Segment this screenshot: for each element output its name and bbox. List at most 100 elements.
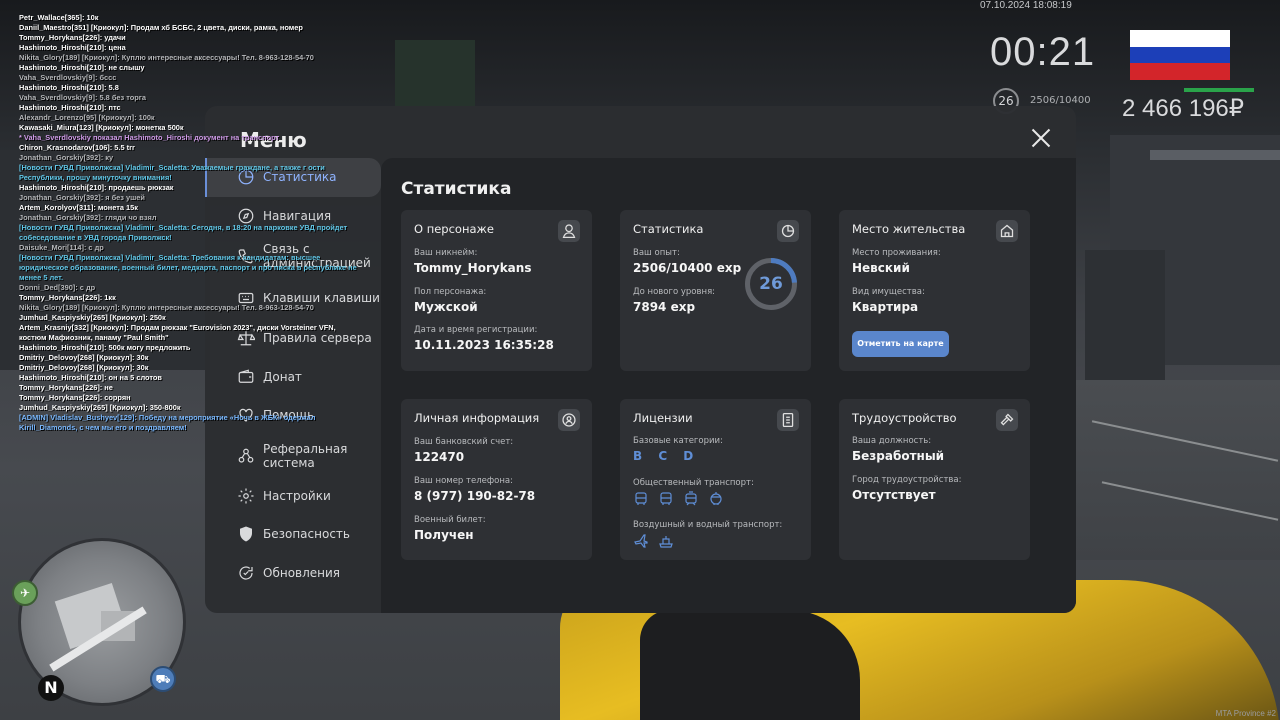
hud-datetime: 07.10.2024 18:08:19	[980, 0, 1072, 11]
license-icon	[777, 409, 799, 431]
building	[1085, 250, 1165, 390]
content-title: Статистика	[401, 179, 512, 199]
road	[1075, 380, 1280, 560]
public-transport-label: Общественный транспорт:	[633, 478, 754, 488]
car-marker-icon: ⛟	[150, 666, 176, 692]
sex-value: Мужской	[414, 300, 478, 314]
nav-server-rules[interactable]: Правила сервера	[205, 319, 381, 358]
card-character: О персонаже Ваш никнейм: Tommy_Horykans …	[401, 210, 592, 371]
user-circle-icon	[558, 409, 580, 431]
nav-navigation[interactable]: Навигация	[205, 197, 381, 236]
nav-donate[interactable]: Донат	[205, 358, 381, 397]
nav-label: Реферальная система	[263, 441, 348, 470]
nav-label: Правила сервера	[263, 331, 372, 346]
hud-money: 2 466 196₽	[1122, 95, 1245, 122]
card-title: Трудоустройство	[852, 411, 957, 425]
server-watermark: MTA Province #2	[1215, 709, 1276, 718]
military-label: Военный билет:	[414, 515, 486, 525]
next-level-value: 7894 exp	[633, 300, 696, 314]
chart-pie-icon	[777, 220, 799, 242]
card-employment: Трудоустройство Ваша должность: Безработ…	[839, 399, 1030, 560]
exp-value: 2506/10400 exp	[633, 261, 742, 275]
nav-label: Обновления	[263, 565, 341, 580]
nav-settings[interactable]: Настройки	[205, 477, 381, 516]
card-title: О персонаже	[414, 222, 494, 236]
plane-icon	[633, 533, 649, 549]
health-bar	[1184, 88, 1254, 92]
bank-value: 122470	[414, 450, 465, 464]
map-marker-icon: ✈	[12, 580, 38, 606]
level-value: 26	[759, 274, 783, 294]
flag-stripe	[1130, 63, 1230, 80]
flag-stripe	[1130, 46, 1230, 64]
building-roof	[1150, 150, 1280, 160]
phone-icon	[237, 247, 255, 265]
chart-pie-icon	[237, 168, 255, 186]
hammer-icon	[996, 409, 1018, 431]
air-water-label: Воздушный и водный транспорт:	[633, 520, 783, 530]
nav-updates[interactable]: Обновления	[205, 554, 381, 593]
card-licenses: Лицензии Базовые категории: B C D Общест…	[620, 399, 811, 560]
user-icon	[558, 220, 580, 242]
military-value: Получен	[414, 528, 474, 542]
keyboard-icon	[237, 289, 255, 307]
phone-value: 8 (977) 190-82-78	[414, 489, 536, 503]
nav-label: Навигация	[263, 208, 332, 223]
main-menu: Меню Статистика Навигация Связь с админи…	[205, 106, 1076, 613]
nav-statistics[interactable]: Статистика	[205, 158, 381, 197]
refresh-icon	[237, 564, 255, 582]
gear-icon	[237, 487, 255, 505]
heart-hand-icon	[237, 406, 255, 424]
scales-icon	[237, 329, 255, 347]
north-indicator: N	[38, 675, 64, 701]
card-title: Лицензии	[633, 411, 693, 425]
card-title: Место жительства	[852, 222, 966, 236]
nav-help[interactable]: Помощь	[205, 396, 381, 435]
nav-label: Связь с администрацией	[263, 242, 371, 270]
menu-title: Меню	[240, 128, 307, 152]
building	[395, 40, 475, 110]
place-label: Место проживания:	[852, 248, 941, 258]
reg-label: Дата и время регистрации:	[414, 325, 538, 335]
referral-icon	[237, 447, 255, 465]
russian-flag-icon	[1130, 30, 1230, 80]
card-title: Личная информация	[414, 411, 540, 425]
sex-label: Пол персонажа:	[414, 287, 487, 297]
mark-on-map-button[interactable]: Отметить на карте	[852, 331, 949, 357]
wallet-icon	[237, 368, 255, 386]
nav-keys[interactable]: Клавиши клавиши	[205, 277, 381, 319]
work-city-value: Отсутствует	[852, 488, 936, 502]
boat-icon	[658, 533, 674, 549]
phone-label: Ваш номер телефона:	[414, 476, 513, 486]
flag-stripe	[1130, 30, 1230, 47]
nav-label: Помощь	[263, 408, 315, 423]
air-water-icons	[633, 533, 674, 549]
hud-clock: 00:21	[990, 30, 1096, 74]
nav-admin-contact[interactable]: Связь с администрацией	[205, 235, 381, 277]
nav-label: Статистика	[263, 170, 337, 185]
home-icon	[996, 220, 1018, 242]
nick-label: Ваш никнейм:	[414, 248, 478, 258]
menu-content: Статистика О персонаже Ваш никнейм: Tomm…	[381, 158, 1076, 613]
base-categories-label: Базовые категории:	[633, 436, 723, 446]
bank-label: Ваш банковский счет:	[414, 437, 514, 447]
post-value: Безработный	[852, 449, 945, 463]
car-interior	[640, 610, 860, 720]
nav-label: Настройки	[263, 488, 331, 503]
property-value: Квартира	[852, 300, 919, 314]
public-transport-icons	[633, 491, 724, 507]
trolleybus-icon	[708, 491, 724, 507]
card-title: Статистика	[633, 222, 704, 236]
nav-security[interactable]: Безопасность	[205, 515, 381, 554]
next-level-label: До нового уровня:	[633, 287, 716, 297]
post-label: Ваша должность:	[852, 436, 932, 446]
building	[0, 150, 210, 370]
tram-icon	[683, 491, 699, 507]
nav-referral[interactable]: Реферальная система	[205, 435, 381, 477]
property-label: Вид имущества:	[852, 287, 925, 297]
compass-icon	[237, 207, 255, 225]
close-icon[interactable]	[1030, 127, 1052, 149]
shield-icon	[237, 525, 255, 543]
menu-sidebar: Статистика Навигация Связь с администрац…	[205, 158, 381, 592]
nav-label: Безопасность	[263, 527, 350, 542]
